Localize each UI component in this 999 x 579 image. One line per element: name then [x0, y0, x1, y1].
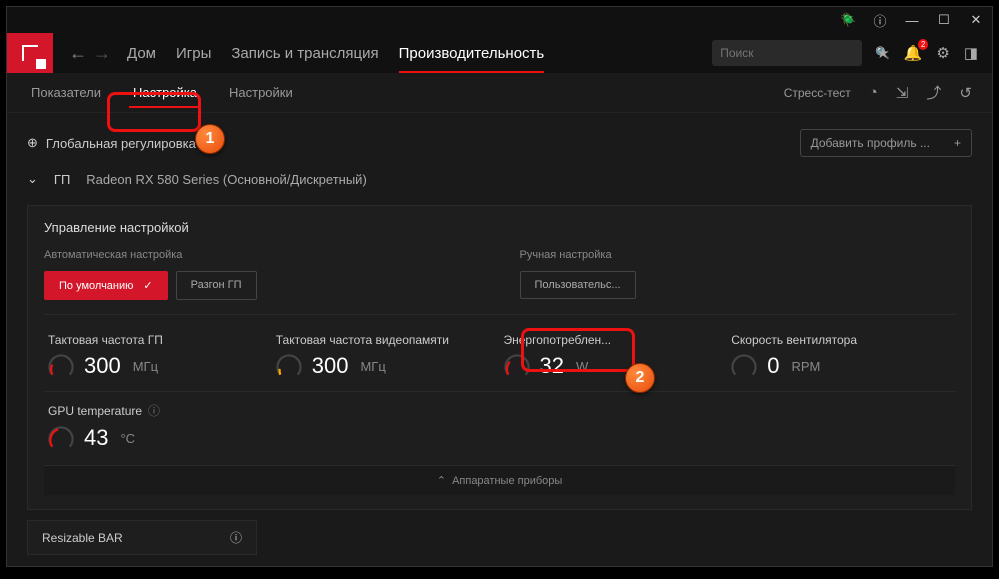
star-icon[interactable]: ★	[876, 44, 889, 62]
titlebar: 🪲 ⓘ — ☐ ✕	[7, 7, 992, 33]
mem-clock-unit: МГц	[360, 359, 385, 374]
header-right: 🔍 ★ 🔔2 ⚙ ◨	[712, 40, 992, 66]
maximize-button[interactable]: ☐	[936, 12, 952, 28]
subtab-tuning[interactable]: Настройка	[129, 75, 201, 110]
default-label: По умолчанию	[59, 280, 133, 292]
annotation-callout-2: 2	[625, 363, 655, 393]
globe-icon: ⊕	[27, 135, 38, 151]
tuning-header: ⊕ Глобальная регулировка ⌄ Добавить проф…	[27, 129, 972, 157]
chevron-up-icon: ⌃	[437, 475, 446, 487]
fan-unit: RPM	[792, 359, 821, 374]
export-icon[interactable]: ⤴	[926, 82, 941, 103]
bug-icon[interactable]: 🪲	[840, 12, 856, 28]
gpu-selector[interactable]: ⌄ ГП Radeon RX 580 Series (Основной/Диск…	[27, 171, 972, 187]
temp-unit: °C	[120, 431, 135, 446]
panel-title: Управление настройкой	[44, 220, 955, 235]
tab-performance[interactable]: Производительность	[399, 35, 545, 72]
dock-icon[interactable]: ◨	[964, 44, 978, 62]
power-value: 32	[540, 353, 564, 379]
close-button[interactable]: ✕	[968, 12, 984, 28]
gpu-name: Radeon RX 580 Series (Основной/Дискретны…	[86, 172, 366, 187]
help-icon[interactable]: ⓘ	[872, 11, 888, 30]
subbar: Показатели Настройка Настройки Стресс-те…	[7, 73, 992, 113]
search-input[interactable]	[720, 46, 875, 60]
tuning-panel: Управление настройкой Автоматическая нас…	[27, 205, 972, 510]
amd-logo	[7, 33, 53, 73]
metric-fan: Скорость вентилятора 0 RPM	[727, 325, 955, 387]
gauge-icon	[731, 353, 757, 379]
bell-icon[interactable]: 🔔2	[904, 44, 923, 62]
header: ← → Дом Игры Запись и трансляция Произво…	[7, 33, 992, 73]
resizable-bar-label: Resizable BAR	[42, 531, 123, 545]
temp-label: GPU temperature	[48, 404, 142, 418]
mem-clock-value: 300	[312, 353, 349, 379]
forward-button[interactable]: →	[93, 43, 111, 64]
gauge-icon	[504, 353, 530, 379]
manual-label: Ручная настройка	[520, 249, 956, 261]
tab-games[interactable]: Игры	[176, 35, 211, 72]
nav-arrows: ← →	[69, 43, 111, 64]
stress-test-label: Стресс-тест	[784, 86, 851, 100]
content: ⊕ Глобальная регулировка ⌄ Добавить проф…	[7, 113, 992, 571]
metric-gpu-clock: Тактовая частота ГП 300 МГц	[44, 325, 272, 387]
manual-config: Ручная настройка Пользовательс...	[520, 249, 956, 300]
default-button[interactable]: По умолчанию ✓	[44, 271, 168, 300]
config-row: Автоматическая настройка По умолчанию ✓ …	[44, 249, 955, 315]
gpu-clock-label: Тактовая частота ГП	[48, 333, 268, 347]
fan-value: 0	[767, 353, 779, 379]
minimize-button[interactable]: —	[904, 13, 920, 28]
gauge-icon	[48, 425, 74, 451]
temp-value: 43	[84, 425, 108, 451]
global-tuning[interactable]: ⊕ Глобальная регулировка ⌄	[27, 135, 215, 151]
chevron-down-icon: ⌄	[27, 171, 38, 187]
hw-instruments-toggle[interactable]: ⌃ Аппаратные приборы	[44, 465, 955, 495]
metrics-row: Тактовая частота ГП 300 МГц Тактовая час…	[44, 325, 955, 387]
gpu-short: ГП	[54, 172, 70, 187]
gpu-clock-unit: МГц	[133, 359, 158, 374]
power-label: Энергопотреблен...	[504, 333, 724, 347]
auto-label: Автоматическая настройка	[44, 249, 480, 261]
fan-label: Скорость вентилятора	[731, 333, 951, 347]
metric-mem-clock: Тактовая частота видеопамяти 300 МГц	[272, 325, 500, 387]
import-icon[interactable]: ⇲	[896, 84, 909, 102]
gauge-icon	[48, 353, 74, 379]
search-box[interactable]: 🔍	[712, 40, 862, 66]
check-icon: ✓	[143, 279, 152, 292]
subtabs: Показатели Настройка Настройки	[27, 75, 297, 110]
subtab-metrics[interactable]: Показатели	[27, 75, 105, 110]
custom-button[interactable]: Пользовательс...	[520, 271, 636, 299]
help-icon[interactable]: ⓘ	[148, 402, 160, 419]
plus-icon: +	[954, 136, 961, 150]
auto-config: Автоматическая настройка По умолчанию ✓ …	[44, 249, 480, 300]
notif-badge: 2	[918, 39, 928, 50]
back-button[interactable]: ←	[69, 43, 87, 64]
help-icon: ⓘ	[230, 529, 242, 546]
gauge-icon	[276, 353, 302, 379]
global-tuning-label: Глобальная регулировка	[46, 136, 196, 151]
metric-temp: GPU temperature ⓘ 43 °C	[44, 391, 955, 461]
hw-label: Аппаратные приборы	[452, 475, 562, 487]
nav-tabs: Дом Игры Запись и трансляция Производите…	[127, 35, 712, 72]
add-profile-button[interactable]: Добавить профиль ... +	[800, 129, 972, 157]
speedometer-icon[interactable]: ◔	[869, 84, 878, 101]
annotation-callout-1: 1	[195, 124, 225, 154]
add-profile-label: Добавить профиль ...	[811, 136, 930, 150]
reset-icon[interactable]: ↺	[959, 84, 972, 102]
mem-clock-label: Тактовая частота видеопамяти	[276, 333, 496, 347]
power-unit: W	[576, 359, 588, 374]
subtab-settings[interactable]: Настройки	[225, 75, 297, 110]
gear-icon[interactable]: ⚙	[936, 44, 949, 62]
overclock-button[interactable]: Разгон ГП	[176, 271, 257, 300]
tab-record[interactable]: Запись и трансляция	[231, 35, 378, 72]
app-window: 🪲 ⓘ — ☐ ✕ ← → Дом Игры Запись и трансляц…	[6, 6, 993, 567]
tab-home[interactable]: Дом	[127, 35, 156, 72]
metric-power: Энергопотреблен... 32 W	[500, 325, 728, 387]
subbar-actions: Стресс-тест ◔ ⇲ ⤴ ↺	[784, 82, 972, 103]
gpu-clock-value: 300	[84, 353, 121, 379]
resizable-bar-row[interactable]: Resizable BAR ⓘ	[27, 520, 257, 555]
